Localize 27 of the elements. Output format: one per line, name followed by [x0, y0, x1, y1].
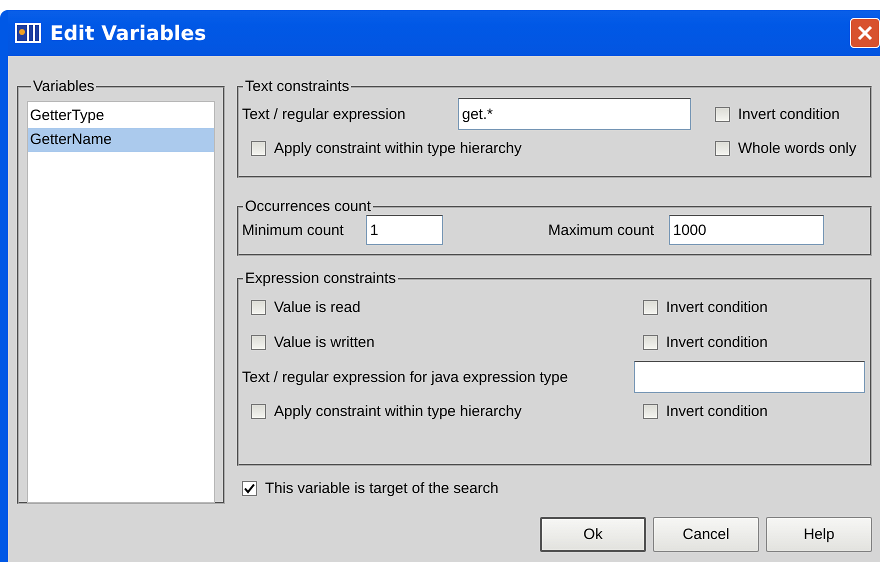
checkbox-label: Whole words only [738, 140, 856, 157]
checkbox-label: Value is read [274, 299, 360, 316]
field-label: Text / regular expression [242, 106, 406, 122]
field-label: Text / regular expression for java expression type [242, 368, 568, 386]
list-item[interactable]: GetterName [28, 128, 214, 152]
field-label: Maximum count [548, 222, 654, 238]
checkbox-label: Apply constraint within type hierarchy [274, 403, 522, 420]
checkbox-label: This variable is target of the search [265, 480, 498, 497]
group-legend: Text constraints [243, 78, 352, 95]
dialog-button[interactable]: Help [766, 517, 872, 552]
checkbox-label: Invert condition [666, 299, 768, 316]
group-legend: Variables [31, 78, 96, 95]
checkbox-label: Invert condition [666, 403, 768, 420]
checkbox-label: Apply constraint within type hierarchy [274, 140, 522, 157]
list-item[interactable]: GetterType [28, 104, 214, 128]
dialog-button[interactable]: Cancel [653, 517, 759, 552]
dialog-button[interactable]: Ok [540, 517, 646, 552]
checkbox-label: Invert condition [738, 106, 840, 122]
group-legend: Expression constraints [243, 270, 398, 287]
input-field[interactable]: 1 [366, 215, 443, 245]
input-field[interactable]: 1000 [669, 215, 824, 245]
checkbox-label: Value is written [274, 334, 375, 351]
window-title: Edit Variables [50, 21, 206, 45]
input-field[interactable]: get.* [458, 98, 691, 130]
checkbox-label: Invert condition [666, 334, 768, 351]
group-legend: Occurrences count [243, 198, 373, 215]
field-label: Minimum count [242, 222, 345, 238]
